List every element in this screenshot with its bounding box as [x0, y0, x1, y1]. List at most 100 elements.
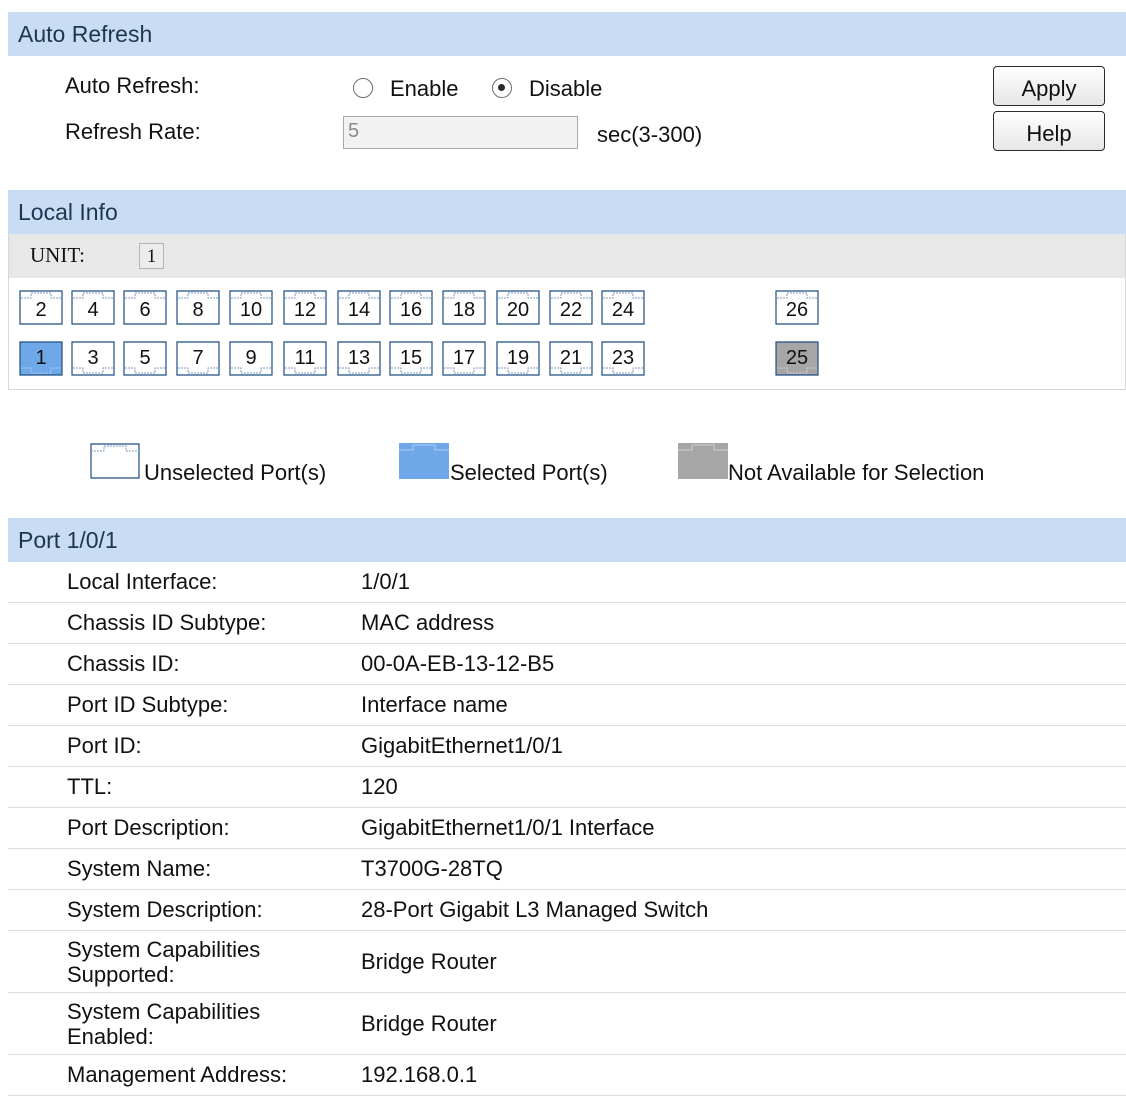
- port-9[interactable]: 9: [229, 341, 273, 379]
- info-value: 120: [361, 766, 1126, 808]
- port-19[interactable]: 19: [496, 341, 540, 379]
- info-key: Chassis ID Subtype:: [8, 602, 361, 644]
- info-key: System Description:: [8, 889, 361, 931]
- port-number-label: 25: [785, 347, 809, 369]
- info-row: Port ID: GigabitEthernet1/0/1: [8, 725, 1126, 767]
- port-number-label: 4: [87, 299, 99, 321]
- port-6[interactable]: 6: [123, 287, 167, 325]
- unselected-legend-label: Unselected Port(s): [144, 460, 327, 485]
- selected-port-legend-icon: [399, 443, 449, 479]
- port-12[interactable]: 12: [283, 287, 327, 325]
- local-info-body: UNIT: 1 2 4 6 8 10 12 14 16 18 20 22 24 26 1 3 5 7 9 11 13 1…: [8, 234, 1126, 390]
- help-button[interactable]: Help: [993, 111, 1105, 151]
- info-key: Chassis ID:: [8, 643, 361, 685]
- port-5[interactable]: 5: [123, 341, 167, 379]
- port-number-label: 2: [35, 299, 47, 321]
- info-row: Management Address: 192.168.0.1: [8, 1054, 1126, 1096]
- port-16[interactable]: 16: [389, 287, 433, 325]
- info-key: System Capabilities Enabled:: [8, 992, 361, 1055]
- info-value: 1/0/1: [361, 562, 1126, 603]
- refresh-rate-label: Refresh Rate:: [65, 119, 201, 144]
- unselected-port-legend-icon: [90, 443, 140, 479]
- port-21[interactable]: 21: [549, 341, 593, 379]
- info-key: Port Description:: [8, 807, 361, 849]
- local-info-header: Local Info: [8, 190, 1126, 234]
- disable-label[interactable]: Disable: [529, 76, 602, 102]
- port-23[interactable]: 23: [601, 341, 645, 379]
- info-key: Local Interface:: [8, 562, 361, 603]
- enable-label[interactable]: Enable: [390, 76, 459, 102]
- port-number-label: 22: [559, 299, 583, 321]
- info-row: System Capabilities Enabled: Bridge Route…: [8, 992, 1126, 1055]
- info-row: Port Description: GigabitEthernet1/0/1 In…: [8, 807, 1126, 849]
- disable-radio[interactable]: [492, 78, 512, 98]
- port-number-label: 6: [139, 299, 151, 321]
- port-3[interactable]: 3: [71, 341, 115, 379]
- port-number-label: 21: [559, 347, 583, 369]
- port-8[interactable]: 8: [176, 287, 220, 325]
- auto-refresh-body: Auto Refresh: Enable Disable Refresh Rat…: [8, 56, 1126, 191]
- port-number-label: 20: [506, 299, 530, 321]
- port-4[interactable]: 4: [71, 287, 115, 325]
- port-7[interactable]: 7: [176, 341, 220, 379]
- info-row: Port ID Subtype: Interface name: [8, 684, 1126, 726]
- info-value: T3700G-28TQ: [361, 848, 1126, 890]
- info-row: Chassis ID: 00-0A-EB-13-12-B5: [8, 643, 1126, 685]
- auto-refresh-label: Auto Refresh:: [65, 73, 200, 98]
- enable-radio[interactable]: [353, 78, 373, 98]
- port-info-table: Local Interface: 1/0/1 Chassis ID Subtype:…: [8, 562, 1126, 1096]
- port-number-label: 11: [294, 347, 316, 369]
- port-number-label: 15: [399, 347, 423, 369]
- port-26[interactable]: 26: [775, 287, 819, 325]
- info-row: Chassis ID Subtype: MAC address: [8, 602, 1126, 644]
- refresh-rate-input[interactable]: 5: [343, 116, 578, 149]
- port-number-label: 8: [192, 299, 204, 321]
- port-14[interactable]: 14: [337, 287, 381, 325]
- port-legend: Unselected Port(s) Selected Port(s) Not …: [8, 440, 1126, 490]
- port-number-label: 1: [35, 347, 47, 369]
- port-panel: 2 4 6 8 10 12 14 16 18 20 22 24 26 1 3 5 7 9 11 13 15 17 19 21 2…: [9, 278, 1125, 389]
- info-value: Bridge Router: [361, 930, 1126, 993]
- port-number-label: 18: [452, 299, 476, 321]
- port-number-label: 16: [399, 299, 423, 321]
- port-13[interactable]: 13: [337, 341, 381, 379]
- port-22[interactable]: 22: [549, 287, 593, 325]
- unit-selector[interactable]: 1: [139, 243, 164, 269]
- port-info-header: Port 1/0/1: [8, 518, 1126, 562]
- info-value: 28-Port Gigabit L3 Managed Switch: [361, 889, 1126, 931]
- port-info-panel: Port 1/0/1 Local Interface: 1/0/1 Chassis …: [8, 518, 1126, 1096]
- info-row: Local Interface: 1/0/1: [8, 562, 1126, 603]
- port-number-label: 23: [611, 347, 635, 369]
- unit-label: UNIT:: [30, 243, 85, 267]
- port-number-label: 13: [347, 347, 371, 369]
- port-11[interactable]: 11: [283, 341, 327, 379]
- info-row: System Name: T3700G-28TQ: [8, 848, 1126, 890]
- info-key: Port ID:: [8, 725, 361, 767]
- port-number-label: 14: [347, 299, 371, 321]
- port-number-label: 5: [139, 347, 151, 369]
- info-value: Bridge Router: [361, 992, 1126, 1055]
- port-number-label: 24: [611, 299, 635, 321]
- info-key: Management Address:: [8, 1054, 361, 1096]
- info-value: MAC address: [361, 602, 1126, 644]
- port-20[interactable]: 20: [496, 287, 540, 325]
- port-1[interactable]: 1: [19, 341, 63, 379]
- port-15[interactable]: 15: [389, 341, 433, 379]
- port-number-label: 3: [87, 347, 99, 369]
- unavailable-port-legend-icon: [678, 443, 728, 479]
- port-10[interactable]: 10: [229, 287, 273, 325]
- local-info-panel: Local Info UNIT: 1 2 4 6 8 10 12 14 16 18 20 22 24 2…: [8, 190, 1126, 485]
- port-2[interactable]: 2: [19, 287, 63, 325]
- port-number-label: 10: [239, 299, 263, 321]
- info-value: GigabitEthernet1/0/1 Interface: [361, 807, 1126, 849]
- port-18[interactable]: 18: [442, 287, 486, 325]
- port-25: 25: [775, 341, 819, 379]
- apply-button[interactable]: Apply: [993, 66, 1105, 106]
- info-value: 00-0A-EB-13-12-B5: [361, 643, 1126, 685]
- info-row: System Description: 28-Port Gigabit L3 Ma…: [8, 889, 1126, 931]
- port-17[interactable]: 17: [442, 341, 486, 379]
- port-24[interactable]: 24: [601, 287, 645, 325]
- info-value: Interface name: [361, 684, 1126, 726]
- info-row: TTL: 120: [8, 766, 1126, 808]
- unavailable-legend-label: Not Available for Selection: [728, 460, 985, 485]
